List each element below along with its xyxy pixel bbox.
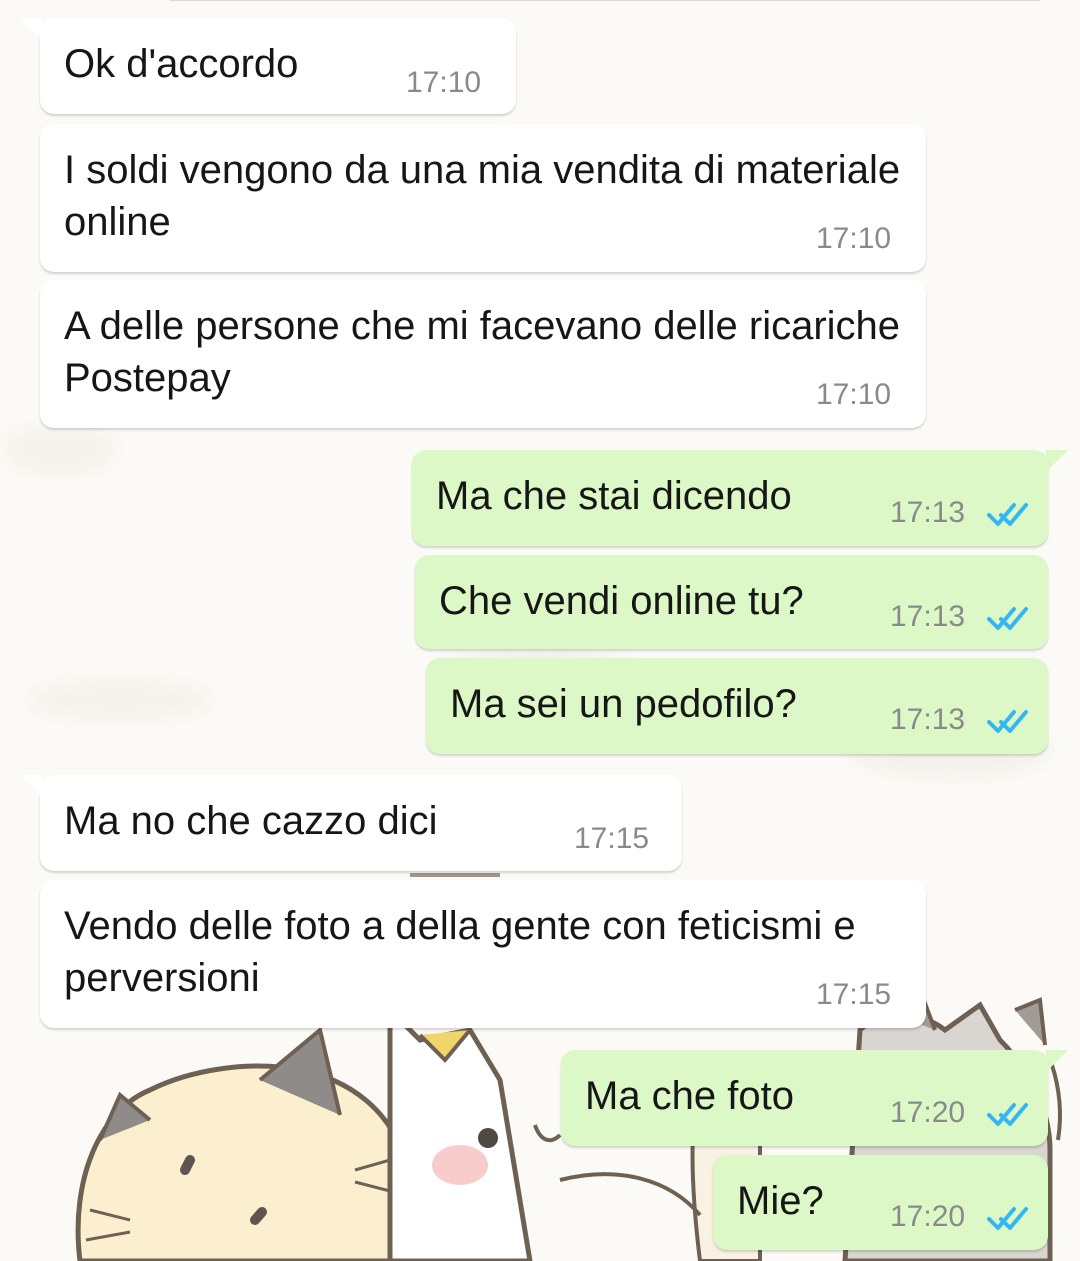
message-timestamp: 17:10 (816, 222, 892, 255)
message-timestamp: 17:10 (406, 66, 482, 99)
double-check-icon (987, 1100, 1031, 1128)
message-timestamp: 17:20 (890, 1200, 966, 1233)
incoming-message[interactable]: I soldi vengono da una mia vendita di ma… (40, 124, 926, 272)
incoming-message[interactable]: A delle persone che mi facevano delle ri… (40, 280, 926, 428)
outgoing-message[interactable]: Che vendi online tu? 17:13 (415, 555, 1048, 649)
message-text: Ma che foto (585, 1074, 795, 1118)
incoming-message[interactable]: Ok d'accordo 17:10 (20, 18, 516, 114)
message-timestamp: 17:15 (574, 822, 650, 855)
message-text: Che vendi online tu? (439, 579, 804, 623)
outgoing-message[interactable]: Ma che foto 17:20 (561, 1050, 1068, 1146)
outgoing-message[interactable]: Ma che stai dicendo 17:13 (412, 450, 1068, 546)
message-timestamp: 17:13 (890, 496, 966, 529)
incoming-message[interactable]: Ma no che cazzo dici 17:15 (20, 775, 682, 871)
outgoing-message[interactable]: Ma sei un pedofilo? 17:13 (426, 658, 1048, 754)
message-timestamp: 17:13 (890, 703, 966, 736)
message-text: Ma no che cazzo dici (64, 799, 438, 843)
message-text: Ma sei un pedofilo? (450, 682, 797, 726)
double-check-icon (987, 707, 1031, 735)
message-text: Mie? (737, 1179, 824, 1223)
message-text: I soldi vengono da una mia vendita di ma… (64, 148, 901, 244)
message-timestamp: 17:10 (816, 378, 892, 411)
incoming-message[interactable]: Vendo delle foto a della gente con fetic… (40, 880, 926, 1028)
double-check-icon (987, 1204, 1031, 1232)
message-text: A delle persone che mi facevano delle ri… (64, 304, 901, 400)
top-divider (170, 0, 1040, 1)
message-timestamp: 17:15 (816, 978, 892, 1011)
outgoing-message[interactable]: Mie? 17:20 (713, 1155, 1048, 1250)
message-timestamp: 17:13 (890, 600, 966, 633)
message-text: Vendo delle foto a della gente con fetic… (64, 904, 856, 1000)
double-check-icon (987, 500, 1031, 528)
double-check-icon (987, 604, 1031, 632)
message-timestamp: 17:20 (890, 1096, 966, 1129)
message-text: Ma che stai dicendo (436, 474, 792, 518)
chat-view: Ok d'accordo 17:10 I soldi vengono da un… (0, 0, 1080, 1261)
